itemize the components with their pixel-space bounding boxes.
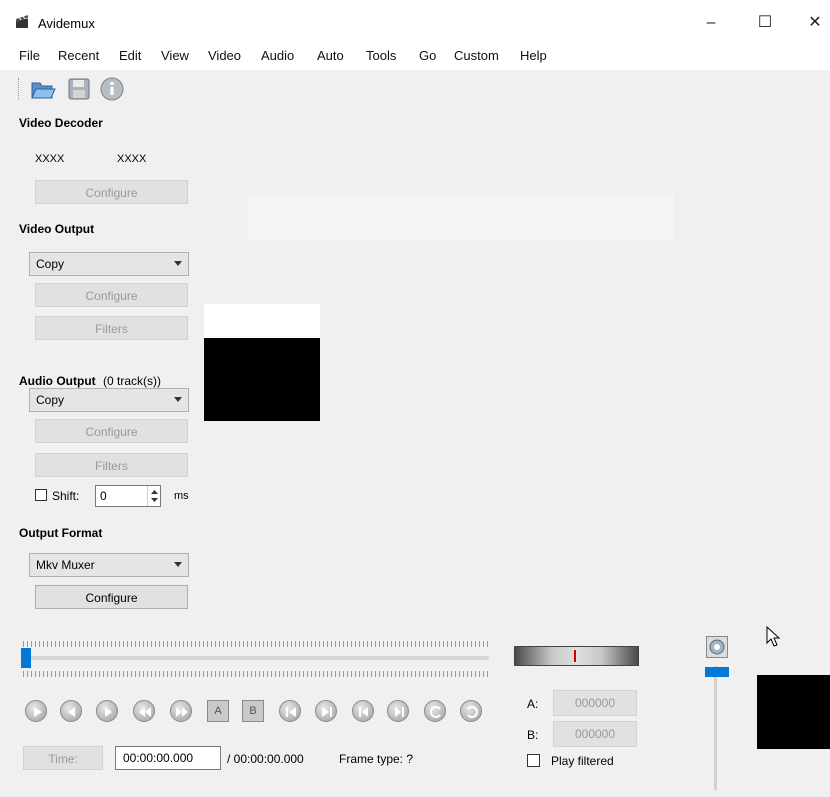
video-output-select[interactable]: Copy [29, 252, 189, 276]
marker-a-label: A: [527, 697, 539, 711]
set-marker-b-button[interactable]: B [242, 700, 264, 722]
menu-file[interactable]: File [19, 48, 40, 63]
audio-output-selected: Copy [36, 393, 65, 407]
audio-output-select[interactable]: Copy [29, 388, 189, 412]
shift-unit: ms [174, 490, 189, 502]
last-frame-button[interactable] [387, 700, 409, 722]
app-icon [14, 13, 30, 29]
frame-type: Frame type: ? [339, 752, 414, 766]
play-filtered-checkbox[interactable] [527, 754, 540, 767]
audio-meter [757, 675, 830, 749]
menu-edit[interactable]: Edit [119, 48, 141, 63]
menu-help[interactable]: Help [520, 48, 547, 63]
jog-shuttle[interactable] [514, 646, 639, 666]
video-preview-strip [248, 194, 674, 240]
decoder-codec-a: XXXX [35, 153, 65, 165]
marker-b-label: B: [527, 728, 539, 742]
chevron-down-icon [174, 397, 182, 402]
speaker-icon[interactable] [706, 636, 728, 658]
menu-tools[interactable]: Tools [366, 48, 396, 63]
close-button[interactable]: ✕ [792, 8, 830, 38]
folder-open-icon[interactable] [30, 76, 56, 102]
video-decoder-heading: Video Decoder [19, 116, 103, 130]
goto-marker-a-button[interactable] [279, 700, 301, 722]
play-filtered-label: Play filtered [551, 754, 614, 768]
shift-spinner[interactable] [147, 486, 161, 506]
time-button[interactable]: Time: [23, 746, 103, 770]
audio-configure-button[interactable]: Configure [35, 419, 188, 443]
minimize-button[interactable]: – [688, 8, 734, 38]
output-format-heading: Output Format [19, 526, 103, 540]
menu-audio[interactable]: Audio [261, 48, 294, 63]
timeline-ticks-top [23, 641, 489, 647]
window-title: Avidemux [38, 16, 95, 31]
marker-a-value: 000000 [553, 690, 637, 716]
previous-keyframe-button[interactable] [133, 700, 155, 722]
menu-view[interactable]: View [161, 48, 189, 63]
audio-track-count: (0 track(s)) [102, 374, 161, 388]
menu-recent[interactable]: Recent [58, 48, 99, 63]
video-preview-frame [204, 338, 320, 421]
info-icon[interactable] [99, 76, 125, 102]
set-marker-a-button[interactable]: A [207, 700, 229, 722]
video-output-heading: Video Output [19, 222, 95, 236]
play-button[interactable] [25, 700, 47, 722]
total-time: / 00:00:00.000 [227, 752, 304, 766]
chevron-down-icon [174, 562, 182, 567]
audio-output-heading: Audio Output [19, 374, 96, 388]
output-format-select[interactable]: Mkv Muxer [29, 553, 189, 577]
decoder-codec-b: XXXX [117, 153, 147, 165]
menu-go[interactable]: Go [419, 48, 436, 63]
output-format-selected: Mkv Muxer [36, 558, 95, 572]
seek-slider-thumb[interactable] [21, 648, 31, 668]
output-format-configure-button[interactable]: Configure [35, 585, 188, 609]
menu-video[interactable]: Video [208, 48, 241, 63]
seek-slider-track[interactable] [23, 656, 489, 660]
video-preview-top [204, 304, 320, 338]
chevron-down-icon [174, 261, 182, 266]
decoder-configure-button[interactable]: Configure [35, 180, 188, 204]
video-output-selected: Copy [36, 257, 65, 271]
volume-slider-thumb[interactable] [705, 667, 729, 677]
floppy-save-icon[interactable] [66, 76, 92, 102]
mouse-cursor-icon [766, 625, 782, 648]
shift-checkbox[interactable] [35, 489, 47, 501]
forward-60s-button[interactable] [460, 700, 482, 722]
goto-marker-b-button[interactable] [315, 700, 337, 722]
previous-frame-button[interactable] [60, 700, 82, 722]
maximize-button[interactable]: ☐ [742, 8, 788, 38]
audio-filters-button[interactable]: Filters [35, 453, 188, 477]
back-60s-button[interactable] [424, 700, 446, 722]
marker-b-value: 000000 [553, 721, 637, 747]
shift-label: Shift: [52, 489, 80, 503]
timeline-ticks-bottom [23, 671, 489, 677]
video-filters-button[interactable]: Filters [35, 316, 188, 340]
volume-slider-track[interactable] [714, 666, 717, 790]
next-keyframe-button[interactable] [170, 700, 192, 722]
toolbar-grip [18, 78, 21, 100]
audio-output-heading-row: Audio Output (0 track(s)) [19, 374, 161, 388]
next-frame-button[interactable] [96, 700, 118, 722]
menu-auto[interactable]: Auto [317, 48, 344, 63]
menu-custom[interactable]: Custom [454, 48, 499, 63]
video-output-configure-button[interactable]: Configure [35, 283, 188, 307]
first-frame-button[interactable] [352, 700, 374, 722]
current-time-input[interactable]: 00:00:00.000 [115, 746, 221, 770]
jog-marker [574, 650, 576, 662]
